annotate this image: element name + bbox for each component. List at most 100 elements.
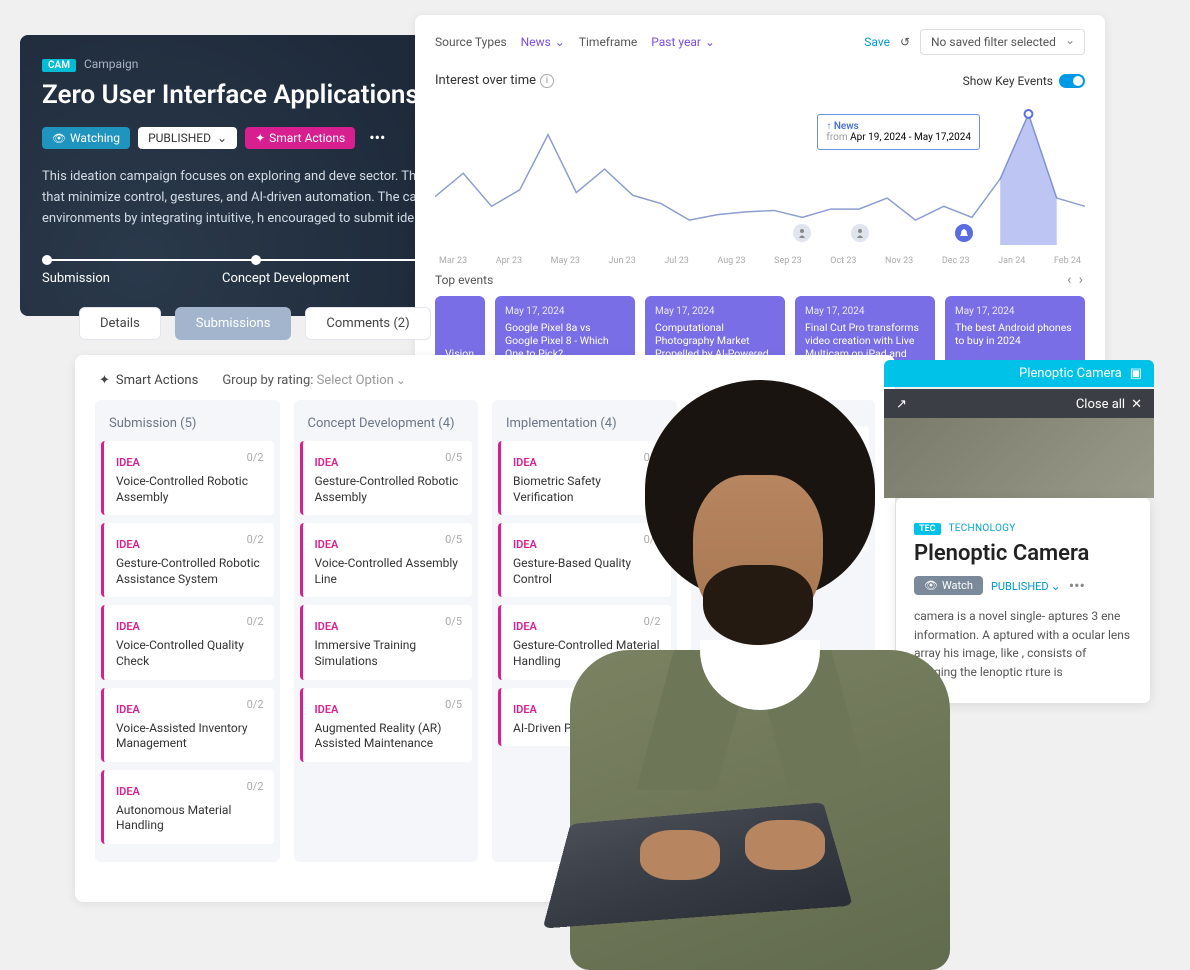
idea-score: 0/2 [247, 451, 264, 464]
idea-score: 0/5 [445, 615, 462, 628]
idea-score: 0/2 [247, 698, 264, 711]
more-menu-button[interactable]: ••• [1069, 576, 1085, 595]
published-dropdown[interactable]: PUBLISHED [138, 127, 237, 149]
idea-label: IDEA [116, 456, 140, 469]
plenoptic-card: TEC TECHNOLOGY Plenoptic Camera Watch PU… [896, 498, 1150, 703]
interest-chart[interactable]: ↑ News from Apr 19, 2024 - May 17,2024 [435, 96, 1085, 256]
idea-card[interactable]: IDEA 0/2 Voice-Controlled Robotic Assemb… [101, 441, 274, 515]
idea-title: Gesture-Controlled Robotic Assistance Sy… [116, 556, 264, 587]
window-icon[interactable]: ▣ [1130, 366, 1142, 381]
smart-actions-link[interactable]: ✦ Smart Actions [99, 373, 198, 388]
stage-dot-submission[interactable] [42, 255, 52, 265]
idea-card[interactable]: IDEA AI-Driv [697, 493, 870, 552]
idea-card[interactable]: IDEA 0/5 Voice-Controlled Assembly Line [300, 523, 473, 597]
idea-title: AI-Driven Pre [513, 721, 661, 737]
events-next-button[interactable]: › [1077, 272, 1085, 288]
eye-icon [924, 579, 938, 592]
watch-button[interactable]: Watch [914, 576, 983, 595]
idea-title: Augmented Reality (AR) Assisted Maintena… [315, 721, 463, 752]
line-chart-svg [435, 96, 1085, 256]
idea-card[interactable]: IDEA 0/2 Gesture-Controlled Material Han… [498, 605, 671, 679]
tab-comments-[interactable]: Comments (2) [305, 307, 430, 340]
idea-card[interactable]: IDEA 0/5 Gesture-Controlled Robotic Asse… [300, 441, 473, 515]
idea-card[interactable]: IDEA 0/2 Biometric Safety Verification [498, 441, 671, 515]
tab-details[interactable]: Details [79, 307, 161, 340]
saved-filter-select[interactable]: No saved filter selected [920, 29, 1085, 55]
idea-label: IDEA [116, 538, 140, 551]
chart-marker-bell-icon [955, 224, 973, 242]
save-button[interactable]: Save [864, 35, 890, 49]
chart-tooltip: ↑ News from Apr 19, 2024 - May 17,2024 [817, 114, 980, 150]
idea-card[interactable]: IDEA 0/5 Augmented Reality (AR) Assisted… [300, 688, 473, 762]
idea-card[interactable]: IDEA 0/2 Autonomous Material Handling [101, 770, 274, 844]
idea-label: IDEA [315, 620, 339, 633]
event-date: May 17, 2024 [955, 306, 1075, 317]
idea-score: 0/2 [644, 533, 661, 546]
event-date: May 17, 2024 [805, 306, 925, 317]
kanban-column-title: Concept Development (4) [300, 410, 473, 441]
kanban-column: Concept Development (4) IDEA 0/5 Gesture… [294, 400, 479, 862]
kanban-column-title [697, 410, 870, 426]
kanban-column-title: Implementation (4) [498, 410, 671, 441]
watching-badge[interactable]: Watching [42, 127, 130, 149]
show-key-events-toggle[interactable] [1059, 74, 1085, 88]
idea-label: IDEA [315, 538, 339, 551]
idea-score: 0/2 [644, 451, 661, 464]
group-by: Group by rating: Select Option [222, 373, 406, 388]
top-events-label: Top events [435, 273, 493, 287]
plenoptic-description: camera is a novel single- aptures 3 ene … [914, 607, 1132, 681]
idea-title: Gesture-Controlled Material Handling [513, 638, 661, 669]
timeframe-dropdown[interactable]: Past year [651, 35, 715, 49]
idea-card[interactable]: IDEA AI-Powe Maintena [697, 426, 870, 485]
event-date: May 17, 2024 [655, 306, 775, 317]
idea-title: Gesture-Controlled Robotic Assembly [315, 474, 463, 505]
plenoptic-header-title: Plenoptic Camera [1019, 366, 1122, 381]
undo-icon[interactable]: ↺ [900, 35, 910, 49]
idea-title: Voice-Controlled Assembly Line [315, 556, 463, 587]
idea-score: 0/5 [445, 533, 462, 546]
idea-title: Immersive Training Simulations [315, 638, 463, 669]
idea-label: IDEA [712, 508, 736, 521]
stage-label-concept: Concept Development [222, 271, 350, 286]
idea-card[interactable]: IDEA 0/2 Voice-Controlled Quality Check [101, 605, 274, 679]
tech-badge: TEC [914, 523, 941, 535]
idea-title: AI-Powe Maintena [712, 459, 860, 475]
idea-score: 0/5 [445, 698, 462, 711]
idea-card[interactable]: IDEA 0/2 Voice-Assisted Inventory Manage… [101, 688, 274, 762]
idea-title: Voice-Assisted Inventory Management [116, 721, 264, 752]
kanban-column: Submission (5) IDEA 0/2 Voice-Controlled… [95, 400, 280, 862]
plenoptic-action-bar: ↗ Close all ✕ [884, 389, 1154, 420]
expand-icon[interactable]: ↗ [896, 397, 907, 412]
tab-submissions[interactable]: Submissions [175, 307, 292, 340]
info-icon[interactable]: i [540, 74, 554, 88]
smart-actions-button[interactable]: ✦ Smart Actions [245, 127, 355, 149]
tech-badge-label: TECHNOLOGY [948, 523, 1015, 534]
idea-card[interactable]: IDEA 0/5 Immersive Training Simulations [300, 605, 473, 679]
close-all-button[interactable]: Close all ✕ [1076, 397, 1142, 412]
idea-title: Biometric Safety Verification [513, 474, 661, 505]
insights-panel: Source Types News Timeframe Past year Sa… [415, 15, 1105, 375]
chart-marker-person-icon [851, 224, 869, 242]
published-dropdown[interactable]: PUBLISHED [991, 579, 1061, 593]
events-prev-button[interactable]: ‹ [1065, 272, 1073, 288]
stage-dot-concept[interactable] [251, 255, 261, 265]
idea-card[interactable]: IDEA 0/2 Gesture-Controlled Robotic Assi… [101, 523, 274, 597]
idea-card[interactable]: IDEA AI-Driven Pre [498, 688, 671, 747]
source-types-dropdown[interactable]: News [521, 35, 565, 49]
chart-title: Interest over time [435, 73, 536, 88]
kanban-column: IDEA AI-Powe Maintena IDEA AI-Driv [691, 400, 876, 862]
idea-label: IDEA [315, 703, 339, 716]
idea-label: IDEA [513, 456, 537, 469]
idea-score: 0/5 [445, 451, 462, 464]
idea-label: IDEA [116, 703, 140, 716]
cam-badge-label: Campaign [84, 57, 138, 71]
idea-label: IDEA [513, 703, 537, 716]
idea-score: 0/2 [247, 780, 264, 793]
idea-title: Autonomous Material Handling [116, 803, 264, 834]
idea-score: 0/2 [247, 615, 264, 628]
more-menu-button[interactable]: ••• [363, 124, 391, 151]
group-by-select[interactable]: Select Option [317, 373, 406, 388]
eye-icon [52, 131, 66, 145]
idea-card[interactable]: IDEA 0/2 Gesture-Based Quality Control [498, 523, 671, 597]
idea-label: IDEA [712, 441, 736, 454]
